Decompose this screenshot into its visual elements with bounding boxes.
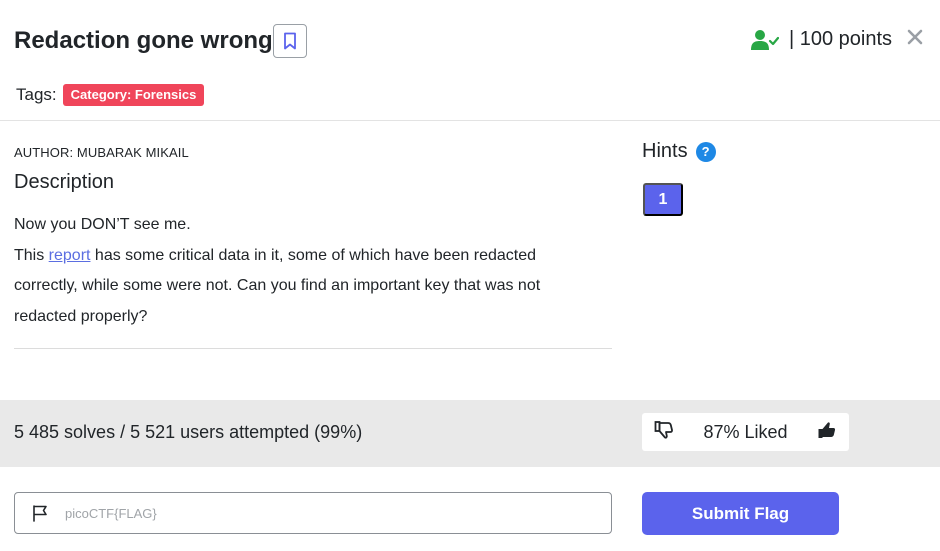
report-link[interactable]: report	[49, 247, 91, 264]
user-check-icon	[750, 29, 779, 50]
flag-icon	[33, 505, 47, 522]
help-icon[interactable]: ?	[695, 141, 716, 162]
bookmark-button[interactable]	[273, 24, 307, 58]
challenge-points: | 100 points	[788, 28, 892, 50]
author-label: AUTHOR: MUBARAK MIKAIL	[14, 145, 189, 160]
description-line-1: Now you DON’T see me.	[14, 216, 191, 233]
solves-count: 5 485 solves / 5 521 users attempted (99…	[14, 422, 363, 442]
description-body: Now you DON’T see me. This report has so…	[14, 210, 604, 332]
close-icon	[907, 29, 923, 45]
flag-input[interactable]	[65, 505, 545, 521]
header-divider	[0, 120, 940, 121]
description-divider	[14, 348, 612, 349]
tags-row: Tags: Category: Forensics	[16, 84, 205, 106]
category-tag: Category: Forensics	[62, 84, 205, 106]
like-button[interactable]	[817, 420, 837, 445]
points-area: | 100 points	[750, 28, 892, 51]
thumbs-down-icon	[654, 420, 673, 439]
hints-heading: Hints ?	[642, 140, 716, 163]
challenge-header: Redaction gone wrong | 100 points	[14, 24, 926, 60]
description-line-2: This report has some critical data in it…	[14, 241, 604, 333]
thumbs-up-icon	[818, 421, 836, 438]
tags-label: Tags:	[16, 85, 57, 104]
description-pre-link: This	[14, 246, 49, 264]
submit-flag-button[interactable]: Submit Flag	[642, 492, 839, 535]
stats-band: 5 485 solves / 5 521 users attempted (99…	[0, 400, 940, 467]
flag-input-wrapper[interactable]	[14, 492, 612, 534]
hints-title: Hints	[642, 140, 688, 162]
challenge-title: Redaction gone wrong	[14, 27, 273, 54]
description-post-link: has some critical data in it, some of wh…	[14, 246, 541, 325]
hint-button-1[interactable]: 1	[643, 183, 683, 216]
dislike-button[interactable]	[654, 420, 674, 445]
close-button[interactable]	[904, 26, 926, 48]
bookmark-icon	[284, 32, 296, 50]
liked-percent: 87% Liked	[703, 421, 788, 442]
description-heading: Description	[14, 171, 115, 193]
like-box: 87% Liked	[642, 413, 849, 451]
